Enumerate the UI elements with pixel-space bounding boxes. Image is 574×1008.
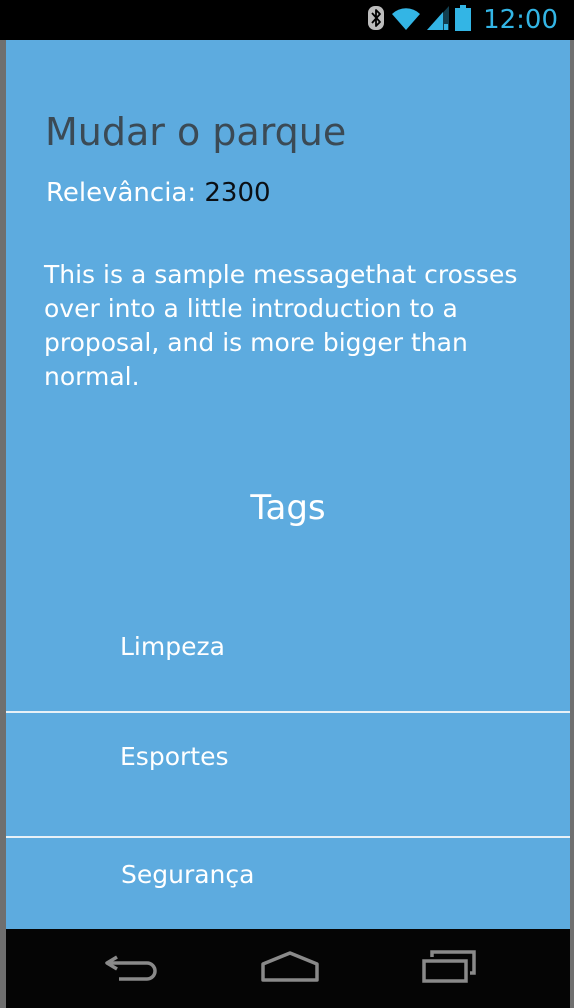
bluetooth-icon (367, 5, 385, 35)
back-icon (103, 951, 159, 987)
status-time: 12:00 (483, 5, 558, 35)
tags-heading: Tags (250, 488, 326, 528)
divider (6, 836, 570, 838)
wifi-icon (391, 6, 421, 34)
device-frame: 12:00 Mudar o parque Relevância: 2300 Th… (0, 0, 574, 1008)
back-button[interactable] (96, 947, 166, 991)
relevance-row: Relevância: 2300 (46, 176, 271, 210)
proposal-description: This is a sample messagethat crosses ove… (44, 260, 518, 391)
relevance-label: Relevância: (46, 178, 197, 208)
tag-label: Esportes (120, 742, 229, 771)
status-bar: 12:00 (0, 0, 574, 40)
recent-apps-icon (420, 949, 478, 989)
proposal-title: Mudar o parque (45, 110, 347, 154)
divider (6, 711, 570, 713)
relevance-value: 2300 (204, 178, 271, 208)
navigation-bar (6, 929, 570, 1008)
recent-apps-button[interactable] (414, 947, 484, 991)
signal-icon (427, 6, 450, 34)
home-button[interactable] (255, 947, 325, 991)
home-icon (260, 950, 320, 988)
proposal-screen: Mudar o parque Relevância: 2300 This is … (6, 40, 570, 929)
tag-label: Limpeza (120, 632, 225, 661)
battery-icon (455, 5, 472, 35)
status-icons: 12:00 (367, 0, 558, 40)
tag-label: Segurança (121, 860, 255, 889)
